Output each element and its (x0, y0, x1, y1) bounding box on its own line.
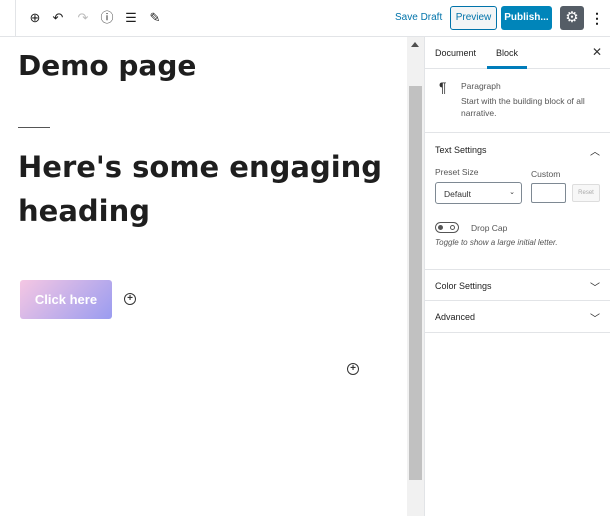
preview-button[interactable]: Preview (450, 6, 497, 30)
add-block-icon[interactable]: + (124, 293, 136, 305)
top-toolbar: ⊕ ↶ ↷ ⓘ ☰ ✎ Save Draft Preview Publish..… (0, 0, 610, 37)
drop-cap-label: Drop Cap (471, 223, 508, 233)
click-here-button[interactable]: Click here (20, 280, 112, 319)
editor-canvas: Demo page Here's some engaging heading C… (0, 37, 407, 516)
tab-document[interactable]: Document (435, 48, 476, 58)
color-settings-panel[interactable]: Color Settings ﹀ (425, 270, 610, 301)
panel-title: Color Settings (435, 281, 492, 291)
info-icon[interactable]: ⓘ (99, 10, 115, 26)
edit-icon[interactable]: ✎ (147, 10, 163, 26)
heading-block[interactable]: Here's some engaging heading (18, 145, 398, 233)
custom-size-input[interactable] (531, 183, 566, 203)
sidebar-tabs: Document Block ✕ (425, 37, 610, 69)
chevron-up-icon[interactable]: ︿ (590, 143, 600, 158)
scrollbar[interactable] (407, 37, 424, 516)
custom-label: Custom (531, 169, 561, 179)
divider (15, 0, 16, 36)
preset-size-select[interactable]: Default ⌄ (435, 182, 522, 204)
advanced-panel[interactable]: Advanced ﹀ (425, 301, 610, 333)
undo-icon[interactable]: ↶ (50, 10, 66, 26)
panel-title: Advanced (435, 312, 476, 322)
drop-cap-toggle[interactable] (435, 222, 459, 233)
chevron-down-icon: ﹀ (590, 314, 600, 325)
more-icon[interactable]: ⋮ (590, 9, 604, 27)
tab-block[interactable]: Block (487, 48, 528, 69)
block-card: ¶ Paragraph Start with the building bloc… (425, 69, 610, 133)
drop-cap-help: Toggle to show a large initial letter. (435, 238, 558, 247)
page-title[interactable]: Demo page (18, 49, 196, 82)
block-name: Paragraph (461, 81, 501, 91)
block-description: Start with the building block of all nar… (461, 96, 585, 118)
gear-icon[interactable]: ⚙ (560, 6, 584, 30)
preset-size-label: Preset Size (435, 167, 479, 177)
add-block-icon[interactable]: ⊕ (27, 10, 43, 26)
add-block-icon[interactable]: + (347, 363, 359, 375)
scroll-up-icon[interactable] (411, 42, 419, 47)
separator-block[interactable] (18, 127, 50, 128)
close-icon[interactable]: ✕ (592, 45, 602, 59)
panel-title[interactable]: Text Settings (435, 145, 487, 155)
chevron-down-icon: ﹀ (590, 283, 600, 294)
paragraph-icon: ¶ (439, 79, 447, 95)
outline-icon[interactable]: ☰ (123, 10, 139, 26)
reset-button[interactable]: Reset (572, 184, 600, 202)
scrollbar-thumb[interactable] (409, 86, 422, 480)
settings-sidebar: Document Block ✕ ¶ Paragraph Start with … (424, 37, 610, 516)
publish-button[interactable]: Publish... (501, 6, 552, 30)
chevron-down-icon: ⌄ (509, 189, 515, 196)
save-draft-button[interactable]: Save Draft (395, 12, 442, 23)
redo-icon[interactable]: ↷ (75, 10, 91, 26)
select-value: Default (444, 189, 471, 199)
